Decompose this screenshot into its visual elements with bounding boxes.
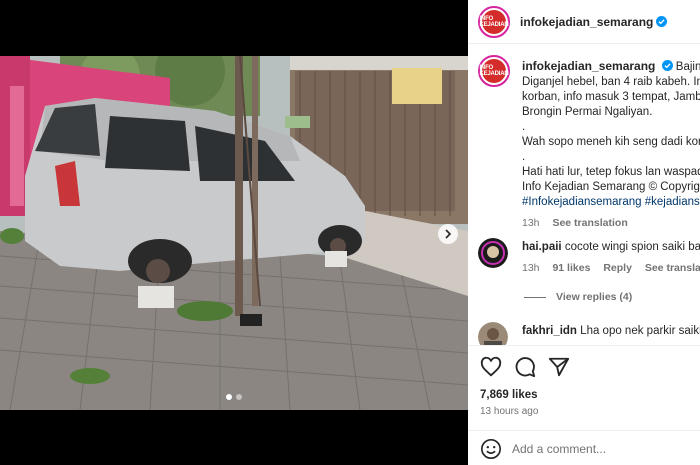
comment-text: Lha opo nek parkir saiki b: [580, 325, 700, 337]
post-header: INFO KEJADIAN infokejadian_semarang: [468, 0, 700, 44]
post-actions: 7,869 likes 13 hours ago: [468, 345, 700, 465]
share-button[interactable]: [548, 356, 570, 378]
caption-hashtags[interactable]: #Infokejadiansemarang #kejadianse: [522, 195, 700, 210]
carousel-next-button[interactable]: [438, 224, 458, 244]
commenter-avatar[interactable]: [478, 322, 508, 345]
post-details-pane: INFO KEJADIAN infokejadian_semarang INFO…: [468, 0, 700, 465]
author-avatar[interactable]: INFO KEJADIAN: [478, 5, 510, 38]
caption-text: Info Kejadian Semarang © Copyrigh: [522, 181, 700, 193]
carousel-dot-active: [226, 394, 232, 400]
caption-line: infokejadian_semarang Bajindul,: [522, 59, 700, 75]
avatar-logo: INFO KEJADIAN: [479, 9, 509, 34]
carousel-dot: [236, 394, 242, 400]
caption-text: Bajindul,: [675, 61, 700, 73]
avatar-image: [478, 238, 508, 268]
share-icon: [548, 357, 570, 377]
caption-text: Hati hati lur, tetep fokus lan waspad: [522, 166, 700, 178]
likes-count[interactable]: 7,869 likes: [480, 389, 538, 401]
like-button[interactable]: [480, 356, 502, 378]
carousel-dots: [0, 394, 468, 400]
comment-icon: [515, 357, 536, 378]
add-comment-bar: [468, 430, 700, 465]
verified-badge-icon: [656, 16, 668, 27]
comment-meta: 13h 91 likes Reply See translation: [522, 261, 700, 276]
see-translation-link[interactable]: See translation: [645, 262, 700, 274]
comment-body: hai.paii cocote wingi spion saiki ban 13…: [522, 240, 700, 276]
see-translation-link[interactable]: See translation: [552, 217, 627, 229]
caption-avatar[interactable]: INFO KEJADIAN: [478, 55, 510, 87]
comments-section: INFO KEJADIAN infokejadian_semarang Baji…: [468, 45, 700, 345]
verified-badge-icon: [661, 60, 673, 71]
emoji-icon: [481, 438, 501, 459]
add-comment-input[interactable]: [512, 441, 700, 456]
avatar-image: [478, 322, 508, 345]
emoji-button[interactable]: [480, 438, 502, 460]
caption-username[interactable]: infokejadian_semarang: [522, 59, 655, 73]
caption-text: korban, info masuk 3 tempat, Jamba: [522, 91, 700, 103]
comment-body: fakhri_idn Lha opo nek parkir saiki b: [522, 324, 700, 339]
caption-text: .: [522, 121, 526, 133]
author-username[interactable]: infokejadian_semarang: [520, 15, 653, 29]
caption-text: Wah sopo meneh kih seng dadi korb: [522, 136, 700, 148]
comment-button[interactable]: [514, 356, 536, 378]
caption-text: Diganjel hebel, ban 4 raib kabeh. Inf: [522, 76, 700, 88]
replies-divider: [524, 296, 546, 298]
comment-username[interactable]: hai.paii: [522, 241, 562, 253]
comment-text: cocote wingi spion saiki ban: [564, 241, 700, 253]
media-pane: [0, 0, 468, 465]
caption-body: infokejadian_semarang Bajindul, Diganjel…: [522, 59, 700, 231]
chevron-right-icon: [445, 229, 452, 239]
heart-icon: [480, 356, 502, 377]
caption-text: .: [522, 151, 526, 163]
avatar-logo: INFO KEJADIAN: [479, 59, 509, 83]
caption-meta: 13h See translation: [522, 216, 700, 231]
comment-time: 13h: [522, 262, 540, 274]
commenter-avatar[interactable]: [478, 238, 508, 268]
view-replies-label: View replies (4): [556, 291, 633, 303]
caption-time: 13h: [522, 217, 540, 229]
action-icon-row: [480, 356, 570, 378]
view-replies-link[interactable]: View replies (4): [524, 291, 632, 303]
comment-username[interactable]: fakhri_idn: [522, 325, 577, 337]
photo-car-on-blocks: [0, 56, 468, 410]
caption-text: Brongin Permai Ngaliyan.: [522, 106, 653, 118]
comment-likes[interactable]: 91 likes: [552, 262, 590, 274]
post-photo[interactable]: [0, 56, 468, 410]
reply-link[interactable]: Reply: [603, 262, 632, 274]
post-timestamp: 13 hours ago: [480, 406, 539, 417]
